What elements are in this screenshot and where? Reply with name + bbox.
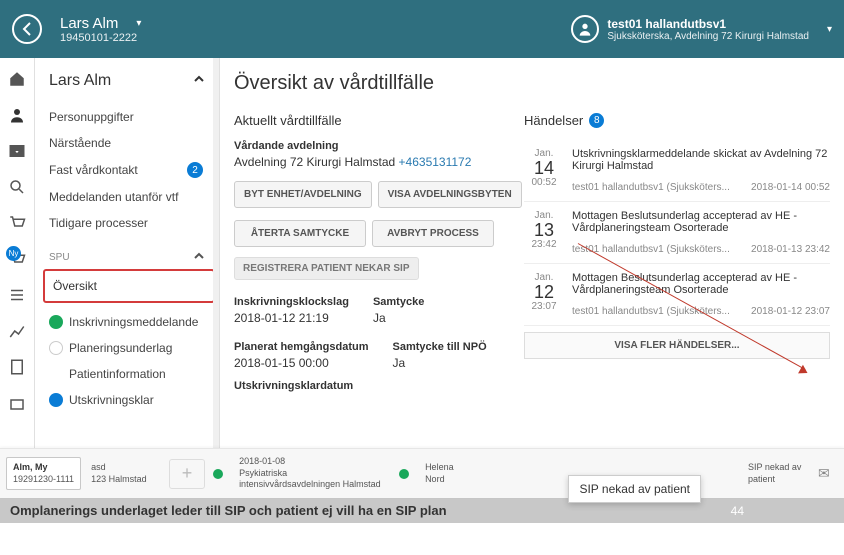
bottom-asd: asd — [91, 462, 151, 474]
bottom-person: Helena Nord — [425, 462, 465, 485]
sidebar: Lars Alm Personuppgifter Närstående Fast… — [35, 58, 220, 448]
ward-label: Vårdande avdelning — [234, 140, 504, 152]
chevron-up-icon[interactable] — [193, 72, 205, 90]
bottom-ward-date: 2018-01-08 — [239, 456, 389, 468]
sidebar-item-tidigare-processer[interactable]: Tidigare processer — [49, 210, 209, 236]
sidebar-title: Lars Alm — [49, 72, 209, 90]
sidebar-item-fast-vardkontakt[interactable]: Fast vårdkontakt2 — [49, 156, 209, 184]
status-dot-empty-icon — [49, 341, 63, 355]
main-layout: Ny Lars Alm Personuppgifter Närstående F… — [0, 58, 844, 448]
user-avatar-icon — [571, 15, 599, 43]
register-deny-sip-button[interactable]: REGISTRERA PATIENT NEKAR SIP — [234, 257, 419, 280]
bottom-bar: Alm, My 19291230-1111 asd 123 Halmstad +… — [0, 448, 844, 498]
icon-rail: Ny — [0, 58, 35, 448]
content: Översikt av vårdtillfälle Aktuellt vårdt… — [220, 58, 844, 448]
events-count-badge: 8 — [589, 113, 604, 128]
count-badge: 2 — [187, 162, 203, 178]
planned-date-value: 2018-01-15 00:00 — [234, 356, 368, 370]
patient-id: 19450101-2222 — [60, 32, 141, 44]
status-dot-green-icon — [213, 469, 223, 479]
event-row[interactable]: Jan. 14 00:52 Utskrivningsklarmeddelande… — [524, 140, 830, 202]
consent-npo-label: Samtycke till NPÖ — [392, 341, 502, 353]
planned-date-label: Planerat hemgångsdatum — [234, 341, 368, 353]
sidebar-section-spu: SPU — [49, 250, 209, 265]
event-date: Jan. 14 00:52 — [524, 148, 564, 193]
event-title: Mottagen Beslutsunderlag accepterad av H… — [572, 210, 830, 234]
sip-tooltip: SIP nekad av patient — [568, 475, 701, 503]
event-row[interactable]: Jan. 12 23:07 Mottagen Beslutsunderlag a… — [524, 264, 830, 326]
sidebar-item-planering[interactable]: Planeringsunderlag — [49, 335, 209, 361]
event-row[interactable]: Jan. 13 23:42 Mottagen Beslutsunderlag a… — [524, 202, 830, 264]
patient-name: Lars Alm — [60, 15, 118, 32]
doc-icon[interactable] — [8, 358, 26, 376]
event-date: Jan. 13 23:42 — [524, 210, 564, 255]
user-menu[interactable]: test01 hallandutbsv1 Sjuksköterska, Avde… — [571, 15, 832, 43]
event-timestamp: 2018-01-12 23:07 — [751, 306, 830, 317]
page-number: 44 — [731, 504, 744, 518]
consent-npo-value: Ja — [392, 356, 502, 370]
event-title: Utskrivningsklarmeddelande skickat av Av… — [572, 148, 830, 172]
show-unit-changes-button[interactable]: VISA AVDELNINGSBYTEN — [378, 181, 522, 208]
sidebar-item-meddelanden[interactable]: Meddelanden utanför vtf — [49, 184, 209, 210]
chevron-down-icon: ▾ — [827, 24, 832, 35]
events-heading: Händelser 8 — [524, 113, 830, 128]
list-icon[interactable] — [8, 286, 26, 304]
status-dot-green-icon — [49, 315, 63, 329]
consent-label: Samtycke — [373, 296, 483, 308]
user-name: test01 hallandutbsv1 — [607, 17, 809, 31]
cancel-process-button[interactable]: AVBRYT PROCESS — [372, 220, 494, 247]
footer: Omplanerings underlaget leder till SIP o… — [0, 498, 844, 523]
patient-info[interactable]: Lars Alm ▾ 19450101-2222 — [60, 15, 141, 44]
user-role: Sjuksköterska, Avdelning 72 Kirurgi Halm… — [607, 31, 809, 42]
event-date: Jan. 12 23:07 — [524, 272, 564, 317]
chevron-up-icon[interactable] — [193, 250, 205, 265]
chevron-down-icon: ▾ — [136, 18, 141, 29]
left-column: Aktuellt vårdtillfälle Vårdande avdelnin… — [234, 113, 504, 395]
ward-value: Avdelning 72 Kirurgi Halmstad +463513117… — [234, 155, 504, 169]
page-title: Översikt av vårdtillfälle — [234, 72, 830, 95]
bottom-asd-loc: 123 Halmstad — [91, 474, 151, 486]
archive-icon[interactable] — [8, 394, 26, 412]
bottom-sip-status: SIP nekad av patient — [748, 462, 808, 485]
back-button[interactable] — [12, 14, 42, 44]
revoke-consent-button[interactable]: ÅTERTA SAMTYCKE — [234, 220, 366, 247]
search-icon[interactable] — [8, 178, 26, 196]
sidebar-item-patientinfo[interactable]: Patientinformation — [49, 361, 209, 387]
ward-phone-link[interactable]: +4635131172 — [399, 155, 472, 169]
person-icon[interactable] — [8, 106, 26, 124]
show-more-events-button[interactable]: VISA FLER HÄNDELSER... — [524, 332, 830, 359]
reg-time-label: Inskrivningsklockslag — [234, 296, 349, 308]
cart-icon[interactable] — [8, 214, 26, 232]
bottom-ward-name: Psykiatriska intensivvårdsavdelningen Ha… — [239, 468, 389, 491]
sidebar-item-personuppgifter[interactable]: Personuppgifter — [49, 104, 209, 130]
reg-time-value: 2018-01-12 21:19 — [234, 311, 349, 325]
event-title: Mottagen Beslutsunderlag accepterad av H… — [572, 272, 830, 296]
status-dot-green-icon — [399, 469, 409, 479]
event-user: test01 hallandutbsv1 (Sjuksköters... — [572, 182, 730, 193]
bottom-patient-box[interactable]: Alm, My 19291230-1111 — [6, 457, 81, 490]
event-timestamp: 2018-01-14 00:52 — [751, 182, 830, 193]
app-header: Lars Alm ▾ 19450101-2222 test01 hallandu… — [0, 0, 844, 58]
current-care-heading: Aktuellt vårdtillfälle — [234, 113, 504, 128]
sidebar-item-narstaende[interactable]: Närstående — [49, 130, 209, 156]
sidebar-item-oversikt[interactable]: Översikt — [43, 269, 215, 303]
chevron-left-icon — [22, 22, 32, 36]
new-badge: Ny — [6, 246, 21, 261]
add-button[interactable]: + — [169, 459, 205, 489]
home-icon[interactable] — [8, 70, 26, 88]
scrollbar[interactable] — [213, 58, 219, 448]
status-dot-blue-icon — [49, 393, 63, 407]
sidebar-item-inskrivning[interactable]: Inskrivningsmeddelande — [49, 309, 209, 335]
discharge-date-label: Utskrivningsklardatum — [234, 380, 504, 392]
consent-value: Ja — [373, 311, 483, 325]
footer-text: Omplanerings underlaget leder till SIP o… — [10, 503, 447, 518]
events-column: Händelser 8 Jan. 14 00:52 Utskrivningskl… — [524, 113, 830, 395]
event-timestamp: 2018-01-13 23:42 — [751, 244, 830, 255]
sidebar-item-utskrivningsklar[interactable]: Utskrivningsklar — [49, 387, 209, 413]
mail-icon[interactable]: ✉ — [818, 465, 838, 482]
chart-icon[interactable] — [8, 322, 26, 340]
change-unit-button[interactable]: BYT ENHET/AVDELNING — [234, 181, 372, 208]
inbox-icon[interactable] — [8, 142, 26, 160]
